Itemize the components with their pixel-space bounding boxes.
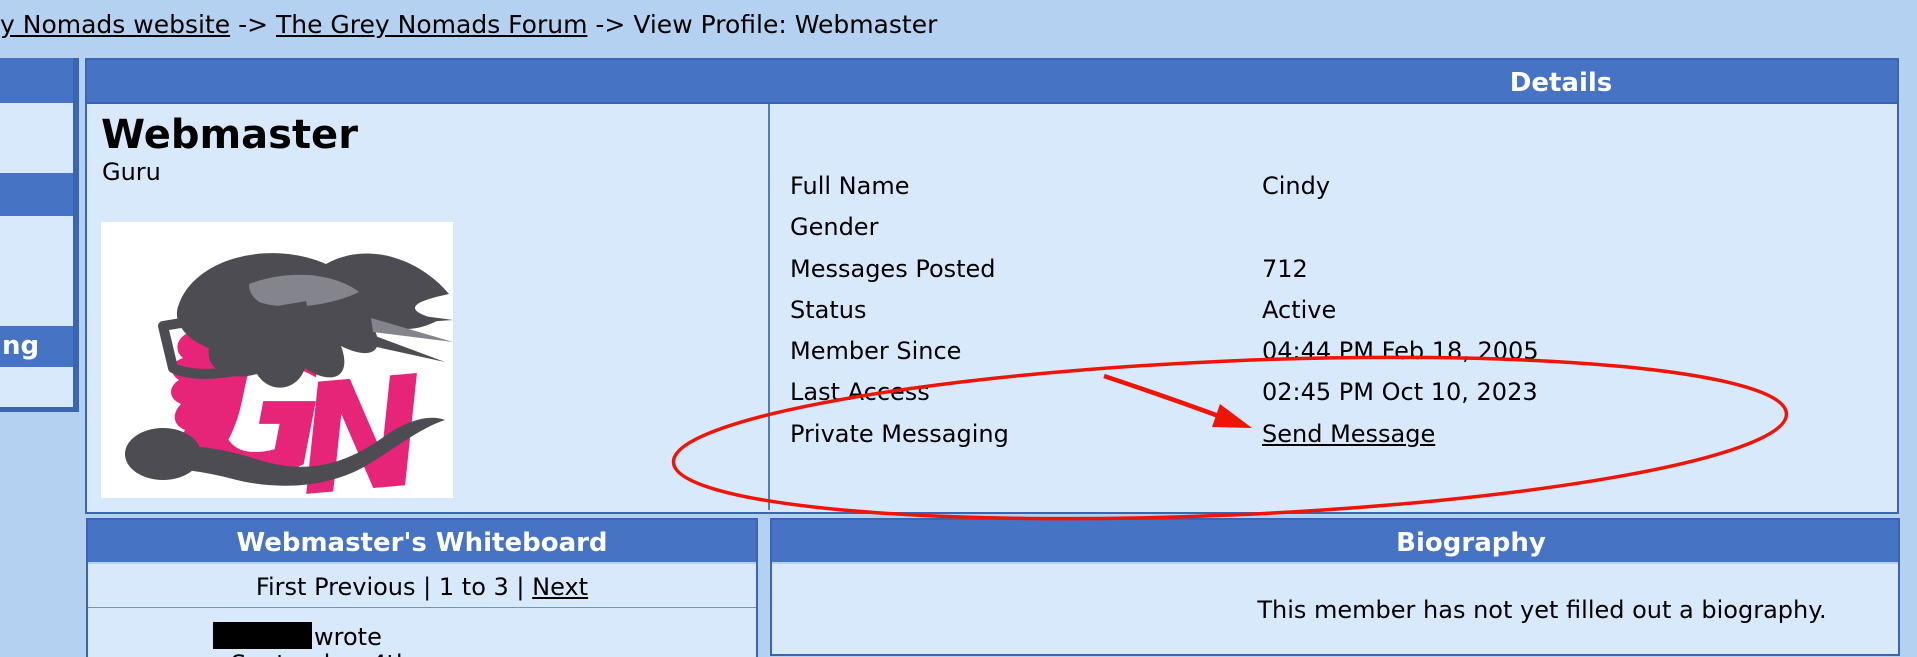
biography-empty-text: This member has not yet filled out a bio… [1257, 596, 1827, 624]
pager-previous[interactable]: Previous [314, 573, 415, 601]
sidebar-header-row [0, 173, 73, 216]
sidebar-body-row [0, 367, 73, 407]
detail-label: Member Since [790, 337, 962, 365]
whiteboard-pager: First Previous | 1 to 3 | Next [88, 564, 756, 608]
detail-row: Private Messaging Send Message [790, 420, 1435, 448]
sidebar-body-row [0, 103, 73, 173]
detail-value: Cindy [1262, 172, 1331, 200]
detail-label: Gender [790, 213, 879, 241]
sidebar-body-row [0, 216, 73, 326]
pager-first[interactable]: First [256, 573, 307, 601]
biography-panel: Biography This member has not yet filled… [770, 518, 1900, 656]
profile-user-title: Guru [102, 158, 161, 186]
detail-row: Member Since 04:44 PM Feb 18, 2005 [790, 337, 1539, 365]
whiteboard-panel: Webmaster's Whiteboard First Previous | … [86, 518, 758, 657]
detail-row: Full Name Cindy [790, 172, 1330, 200]
pager-next-link[interactable]: Next [532, 573, 588, 601]
pager-separator: | [423, 573, 432, 601]
detail-value: Active [1262, 296, 1337, 324]
detail-label: Private Messaging [790, 420, 1009, 448]
details-header-bar: Details [87, 60, 1897, 104]
avatar: G N [101, 222, 453, 530]
whiteboard-header-title: Webmaster's Whiteboard [236, 528, 608, 558]
breadcrumb-separator: -> [595, 10, 626, 39]
detail-label: Messages Posted [790, 255, 996, 283]
sidebar-menu-fragment: ng [0, 58, 79, 412]
detail-label: Last Access [790, 378, 930, 406]
breadcrumb-current-page: View Profile: Webmaster [633, 10, 938, 39]
breadcrumb-separator: -> [238, 10, 269, 39]
pager-range: 1 to 3 [438, 573, 509, 601]
breadcrumb: y Nomads website -> The Grey Nomads Foru… [0, 10, 937, 39]
detail-row: Last Access 02:45 PM Oct 10, 2023 [790, 378, 1538, 406]
detail-row: Status Active [790, 296, 1336, 324]
biography-header-bar: Biography [772, 520, 1898, 564]
sidebar-item-label: ng [2, 331, 40, 361]
breadcrumb-site-link[interactable]: y Nomads website [0, 10, 230, 39]
whiteboard-header-bar: Webmaster's Whiteboard [88, 520, 756, 564]
sidebar-item-clipped[interactable]: ng [0, 326, 73, 367]
details-panel: Details Webmaster Guru G N Full Name Cin… [85, 58, 1899, 530]
redacted-username [213, 622, 312, 649]
send-message-link[interactable]: Send Message [1262, 420, 1435, 448]
detail-row: Messages Posted 712 [790, 255, 1308, 283]
details-header-title: Details [1509, 68, 1613, 98]
detail-label: Status [790, 296, 867, 324]
detail-row: Gender [790, 213, 1262, 241]
detail-value: 712 [1262, 255, 1308, 283]
profile-username: Webmaster [101, 112, 358, 158]
details-column-divider [768, 104, 770, 510]
wrote-label: wrote [314, 623, 382, 651]
detail-label: Full Name [790, 172, 910, 200]
profile-page: y Nomads website -> The Grey Nomads Foru… [0, 0, 1917, 657]
breadcrumb-forum-link[interactable]: The Grey Nomads Forum [276, 10, 587, 39]
sidebar-header-row [0, 58, 73, 103]
detail-value: 02:45 PM Oct 10, 2023 [1262, 378, 1538, 406]
gn-logo-image: G N [125, 253, 453, 530]
pager-separator: | [516, 573, 525, 601]
detail-value: 04:44 PM Feb 18, 2005 [1262, 337, 1539, 365]
biography-header-title: Biography [1396, 528, 1546, 558]
clipped-text-line: September 4th [231, 650, 411, 657]
